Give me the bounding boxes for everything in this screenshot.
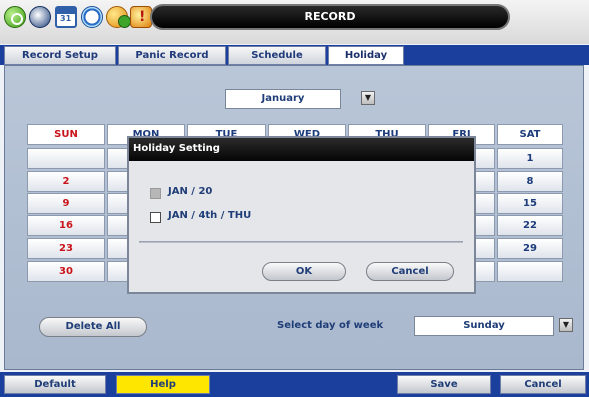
tab-record-setup[interactable]: Record Setup	[4, 46, 116, 65]
holiday-checkbox-2[interactable]	[150, 212, 161, 223]
month-select[interactable]: January	[225, 89, 341, 109]
power-icon[interactable]	[4, 6, 26, 28]
disk-icon[interactable]	[29, 6, 51, 28]
gear-icon[interactable]	[106, 6, 131, 28]
calendar-day-cell[interactable]: 1	[497, 148, 563, 169]
bottom-bar: Default Help Save Cancel	[0, 372, 589, 397]
window-title: RECORD	[150, 4, 510, 30]
help-button[interactable]: Help	[116, 375, 210, 394]
tab-holiday[interactable]: Holiday	[328, 46, 404, 65]
calendar-day-cell[interactable]	[497, 261, 563, 282]
month-dropdown-button[interactable]: ▼	[361, 91, 375, 105]
alarm-icon[interactable]	[130, 6, 152, 28]
default-button[interactable]: Default	[4, 375, 106, 394]
tab-bar: Record Setup Panic Record Schedule Holid…	[0, 45, 589, 65]
delete-all-button[interactable]: Delete All	[39, 317, 147, 337]
top-toolbar: RECORD	[0, 0, 589, 44]
holiday-checkbox-1[interactable]	[150, 188, 161, 199]
day-of-week-dropdown-button[interactable]: ▼	[559, 318, 573, 332]
save-button[interactable]: Save	[397, 375, 491, 394]
calendar-day-cell[interactable]: 8	[497, 171, 563, 192]
tab-schedule[interactable]: Schedule	[228, 46, 326, 65]
cancel-button[interactable]: Cancel	[500, 375, 586, 394]
holiday-item-label-2: JAN / 4th / THU	[168, 210, 252, 221]
calendar-day-cell[interactable]: 29	[497, 238, 563, 259]
calendar-day-cell[interactable]: 22	[497, 215, 563, 236]
calendar-day-cell[interactable]: 9	[27, 193, 105, 214]
holiday-setting-dialog: Holiday Setting JAN / 20 JAN / 4th / THU…	[127, 136, 476, 294]
calendar-day-cell[interactable]: 30	[27, 261, 105, 282]
calendar-icon[interactable]	[55, 6, 77, 28]
calendar-header-sat: SAT	[497, 124, 563, 145]
clock-icon[interactable]	[81, 6, 103, 28]
calendar-header-sun: SUN	[27, 124, 105, 145]
dialog-cancel-button[interactable]: Cancel	[366, 262, 454, 281]
day-of-week-select[interactable]: Sunday	[414, 316, 554, 336]
calendar-day-cell[interactable]	[27, 148, 105, 169]
dialog-separator	[139, 241, 463, 243]
holiday-item-label-1: JAN / 20	[168, 186, 213, 197]
day-of-week-label: Select day of week	[277, 320, 384, 331]
ok-button[interactable]: OK	[262, 262, 346, 281]
dialog-title: Holiday Setting	[129, 138, 474, 161]
calendar-day-cell[interactable]: 15	[497, 193, 563, 214]
calendar-day-cell[interactable]: 16	[27, 215, 105, 236]
tab-panic-record[interactable]: Panic Record	[118, 46, 226, 65]
calendar-day-cell[interactable]: 23	[27, 238, 105, 259]
calendar-day-cell[interactable]: 2	[27, 171, 105, 192]
